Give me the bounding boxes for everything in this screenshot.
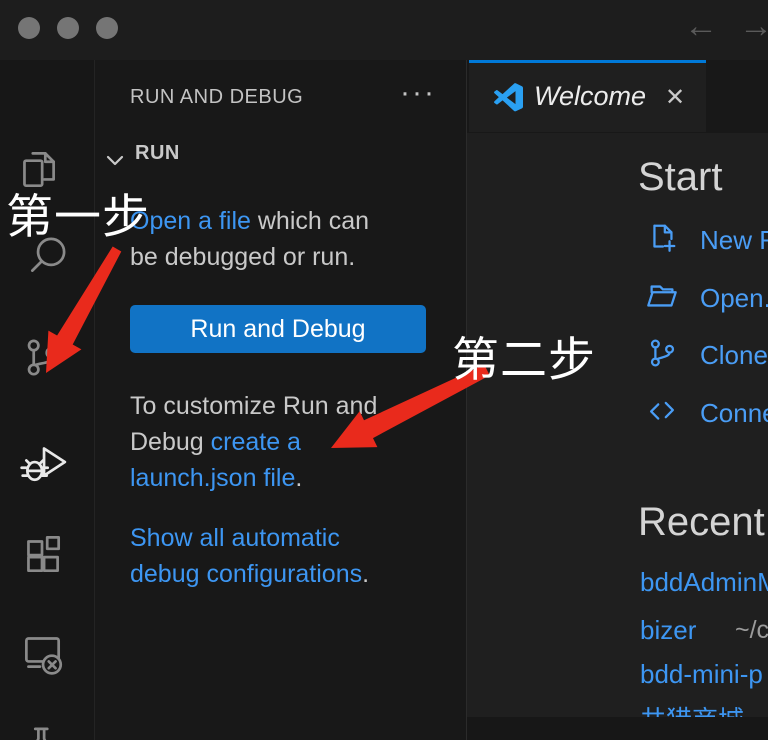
start-item-new-file[interactable]: New File... bbox=[645, 221, 768, 256]
create-launch-json-link-line2[interactable]: launch.json file bbox=[130, 464, 295, 492]
tab-label: Welcome bbox=[534, 81, 646, 112]
vscode-logo-icon bbox=[493, 83, 523, 118]
navigate-back-icon[interactable]: ← bbox=[684, 6, 718, 46]
panel-title: RUN AND DEBUG bbox=[130, 86, 303, 109]
tab-welcome[interactable]: Welcome ✕ bbox=[469, 60, 706, 132]
recent-item[interactable]: bizer bbox=[640, 615, 696, 646]
annotation-step-1: 第一步 bbox=[6, 178, 150, 247]
annotation-step-2: 第二步 bbox=[452, 321, 596, 390]
window-zoom-button[interactable] bbox=[96, 17, 118, 39]
chevron-down-icon[interactable] bbox=[103, 148, 127, 177]
open-file-hint-text: Open a file which can be debugged or run… bbox=[130, 203, 369, 275]
run-and-debug-button[interactable]: Run and Debug bbox=[130, 305, 426, 353]
create-launch-json-link[interactable]: create a bbox=[211, 428, 301, 456]
remote-explorer-icon[interactable] bbox=[17, 626, 67, 676]
welcome-page: Start New File... Open... Clone Git Repo… bbox=[467, 133, 768, 717]
vscode-window: ← → bbox=[0, 0, 768, 740]
recent-heading: Recent bbox=[638, 500, 765, 545]
recent-item[interactable]: bddAdminM bbox=[640, 567, 768, 598]
recent-item-path: ~/c bbox=[735, 616, 768, 645]
run-section-header[interactable]: RUN bbox=[135, 142, 180, 165]
tab-close-icon[interactable]: ✕ bbox=[665, 83, 685, 112]
window-close-button[interactable] bbox=[18, 17, 40, 39]
start-item-clone-repository[interactable]: Clone Git Repository... bbox=[645, 336, 768, 371]
extensions-icon[interactable] bbox=[17, 529, 67, 579]
testing-icon[interactable] bbox=[16, 720, 66, 740]
editor-group: Welcome ✕ Start New File... Open... bbox=[467, 60, 768, 740]
editor-bottom-strip bbox=[467, 717, 768, 740]
run-and-debug-icon[interactable] bbox=[18, 436, 68, 486]
views-more-actions-icon[interactable]: ··· bbox=[400, 76, 436, 110]
window-minimize-button[interactable] bbox=[57, 17, 79, 39]
run-and-debug-panel: RUN AND DEBUG ··· RUN Open a file which … bbox=[95, 60, 467, 740]
source-control-icon[interactable] bbox=[16, 332, 66, 382]
navigate-forward-icon[interactable]: → bbox=[739, 6, 768, 46]
show-all-automatic-link[interactable]: Show all automatic bbox=[130, 524, 340, 552]
start-item-open[interactable]: Open... bbox=[645, 279, 768, 314]
activity-bar bbox=[0, 60, 95, 740]
show-all-automatic-link-line2[interactable]: debug configurations bbox=[130, 560, 362, 588]
title-bar: ← → bbox=[0, 0, 768, 60]
recent-item[interactable]: bdd-mini-p bbox=[640, 659, 763, 690]
start-heading: Start bbox=[638, 155, 722, 200]
start-item-connect-to[interactable]: Connect to... bbox=[645, 394, 768, 429]
recent-item[interactable]: 共猎商城 bbox=[640, 700, 744, 717]
show-auto-configs-text: Show all automatic debug configurations. bbox=[130, 520, 369, 592]
customize-hint-text: To customize Run and Debug create a laun… bbox=[130, 388, 377, 496]
